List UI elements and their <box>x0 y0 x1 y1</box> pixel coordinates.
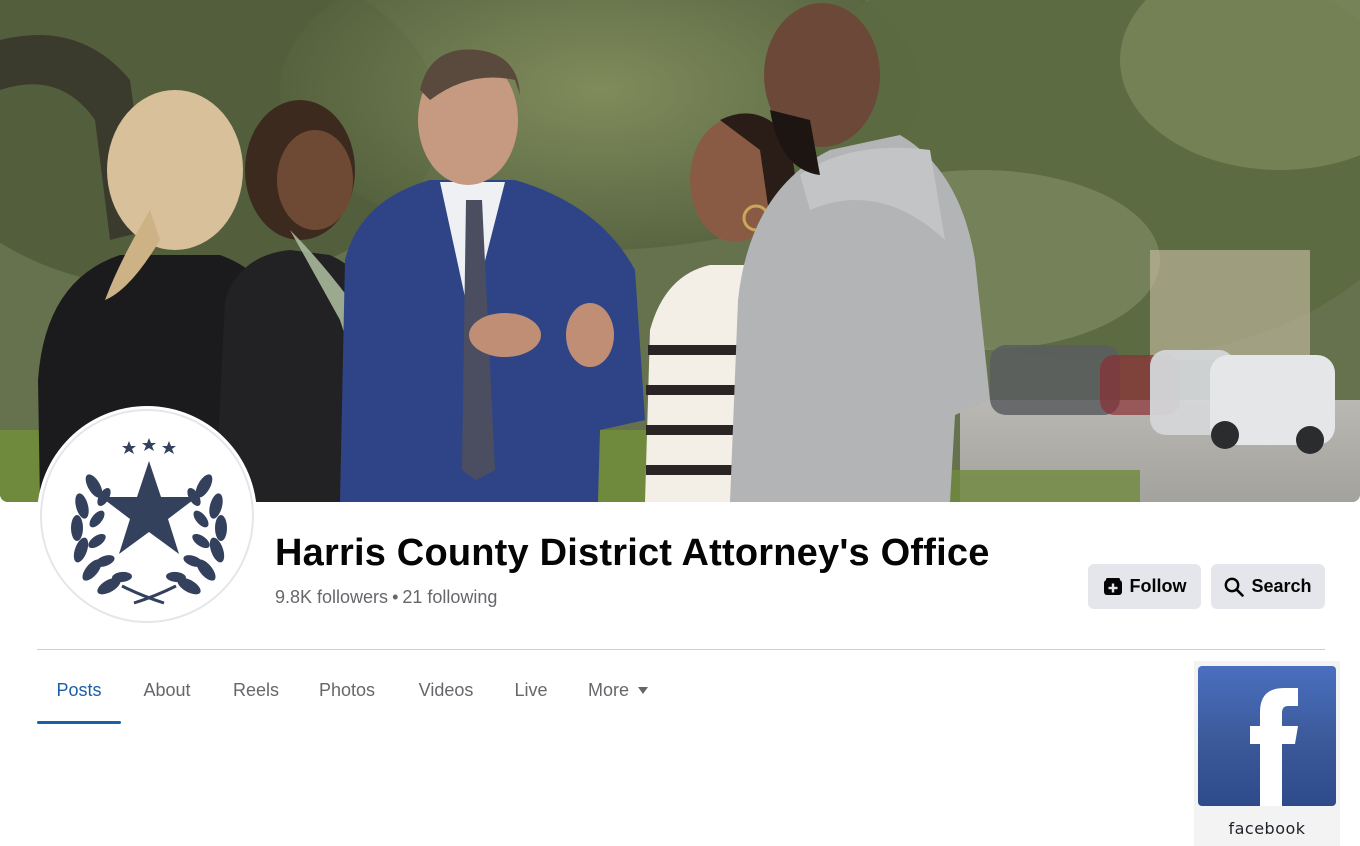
search-button[interactable]: Search <box>1211 564 1325 609</box>
star-laurel-seal-icon <box>71 438 227 605</box>
tab-about[interactable]: About <box>127 660 207 720</box>
tab-more-label: More <box>587 679 629 700</box>
follow-button-label: Follow <box>1129 576 1187 596</box>
profile-picture[interactable] <box>40 409 254 623</box>
tab-posts[interactable]: Posts <box>37 660 121 720</box>
follow-stats: 9.8K followers • 21 following <box>275 587 497 608</box>
search-icon <box>1224 577 1245 597</box>
facebook-label: facebook <box>1228 819 1306 838</box>
follow-icon <box>1103 577 1123 597</box>
follow-button[interactable]: Follow <box>1088 564 1201 609</box>
tab-videos[interactable]: Videos <box>401 660 491 720</box>
tab-live[interactable]: Live <box>501 660 561 720</box>
search-button-label: Search <box>1251 576 1312 596</box>
tab-reels[interactable]: Reels <box>217 660 295 720</box>
facebook-badge: facebook <box>1194 661 1340 846</box>
active-tab-indicator <box>37 721 121 724</box>
meta-separator: • <box>392 587 399 607</box>
followers-link[interactable]: 9.8K followers <box>275 587 388 607</box>
facebook-logo-icon <box>1198 666 1336 806</box>
caret-down-icon <box>638 686 648 694</box>
tab-photos[interactable]: Photos <box>303 660 391 720</box>
header-divider <box>37 649 1325 650</box>
following-link[interactable]: 21 following <box>402 587 497 607</box>
tab-more[interactable]: More <box>575 660 661 720</box>
page-title: Harris County District Attorney's Office <box>275 532 990 574</box>
